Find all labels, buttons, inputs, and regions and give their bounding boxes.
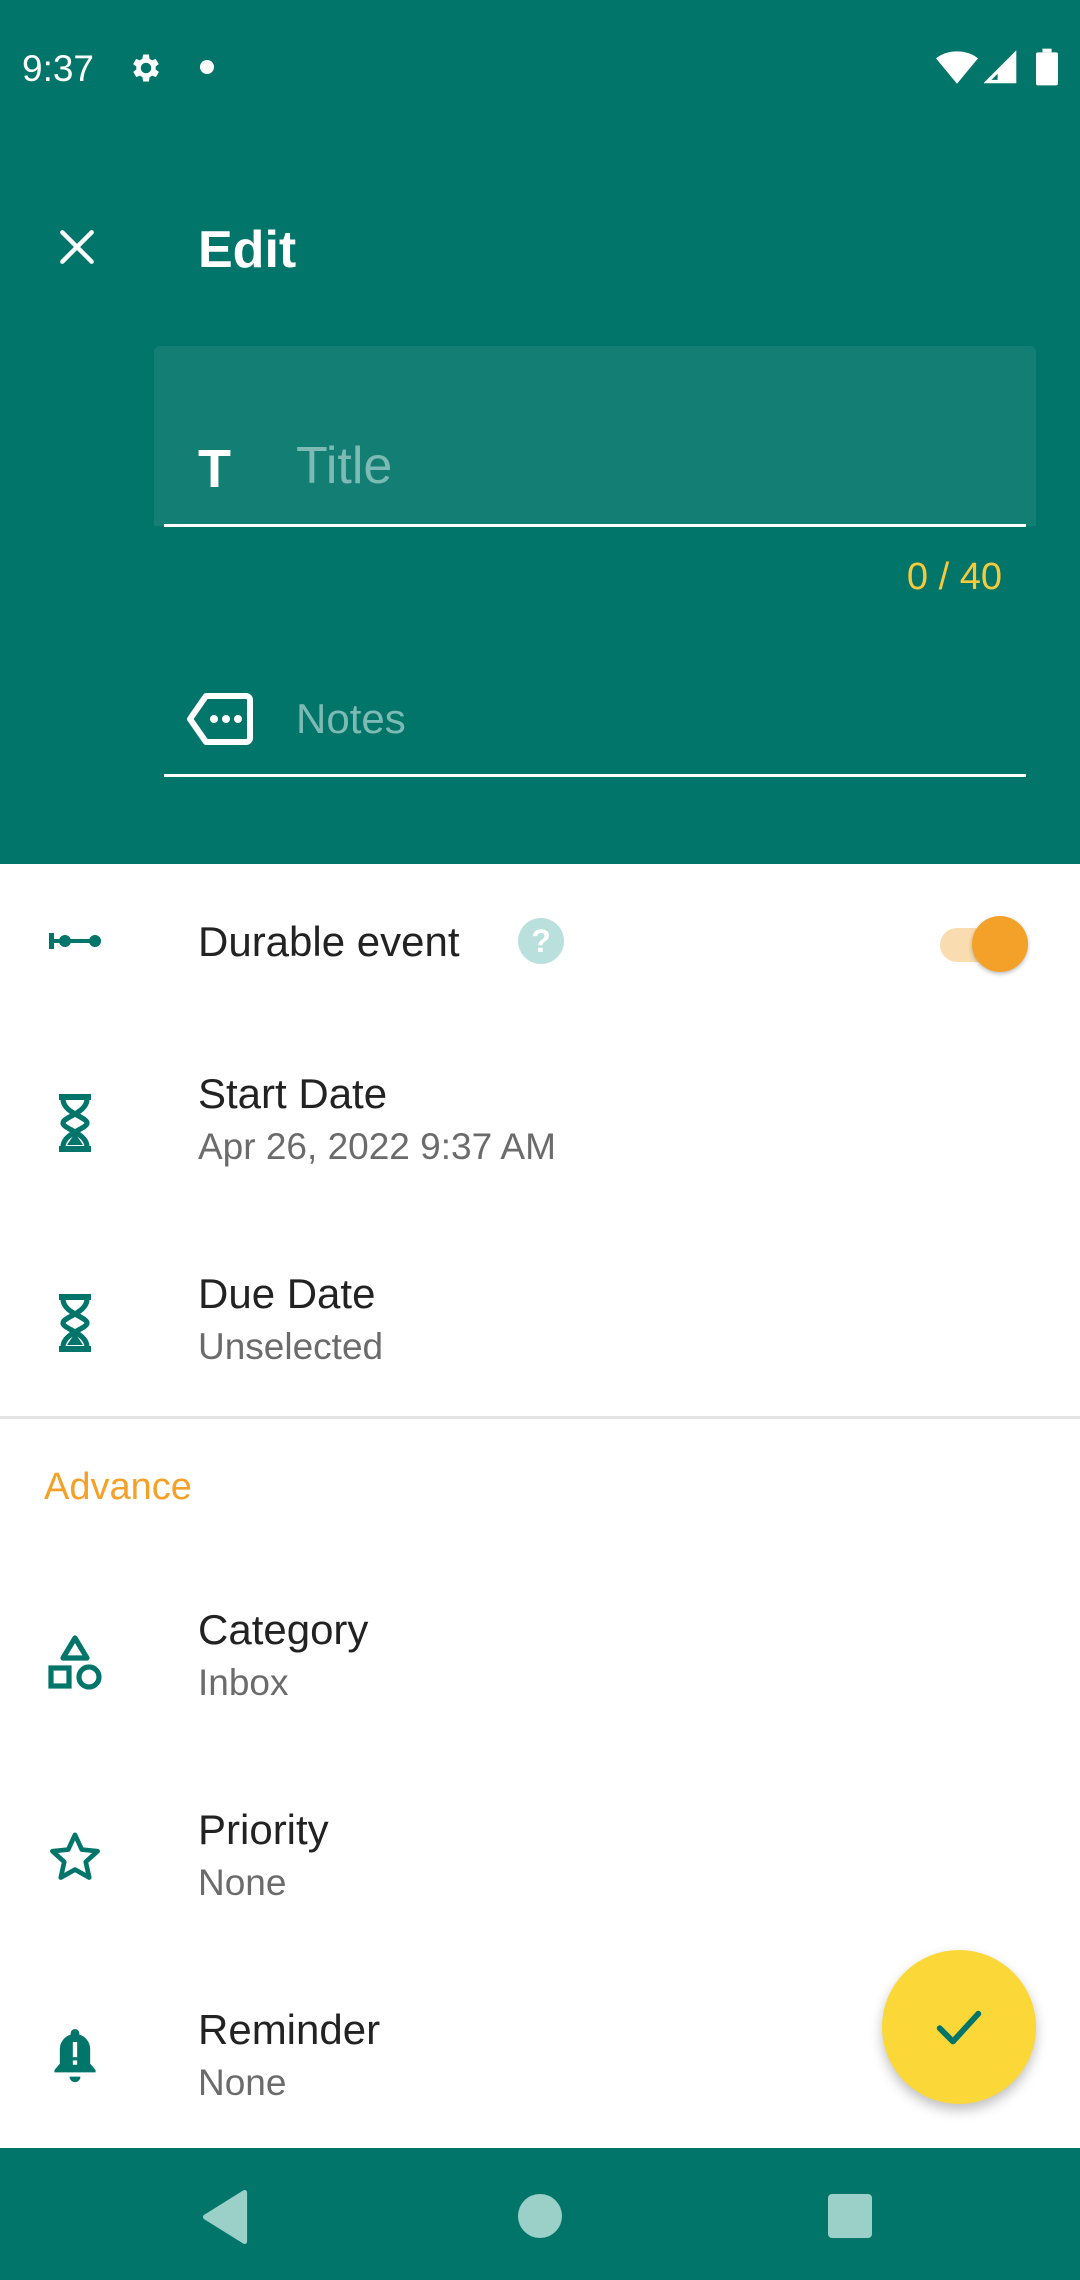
navigation-bar	[0, 2148, 1080, 2280]
title-input[interactable]	[296, 430, 996, 502]
category-value: Inbox	[198, 1662, 289, 1703]
gear-icon	[133, 54, 159, 82]
battery-icon	[1036, 48, 1058, 86]
page-title: Edit	[198, 221, 297, 279]
hourglass-icon	[40, 1088, 110, 1158]
notification-dot	[200, 60, 214, 74]
notes-input[interactable]	[296, 686, 996, 752]
recents-icon[interactable]	[828, 2194, 872, 2238]
due-date-value: Unselected	[198, 1326, 384, 1367]
close-icon	[60, 230, 94, 264]
durable-event-label: Durable event	[198, 918, 460, 965]
priority-value: None	[198, 1862, 287, 1903]
category-label: Category	[198, 1606, 369, 1653]
status-time: 9:37	[22, 48, 95, 89]
start-date-value: Apr 26, 2022 9:37 AM	[198, 1126, 556, 1167]
save-fab[interactable]	[882, 1950, 1036, 2104]
status-bar: 9:37	[0, 0, 1080, 134]
wifi-icon	[936, 51, 978, 84]
header: 9:37 Edit T 0 /	[0, 0, 1080, 864]
durable-event-icon	[40, 906, 110, 976]
toggle-thumb	[972, 916, 1028, 972]
reminder-label: Reminder	[198, 2006, 381, 2053]
title-char-count: 0 / 40	[906, 556, 1002, 598]
notes-underline	[164, 774, 1026, 777]
star-icon	[40, 1822, 110, 1892]
category-row[interactable]: Category Inbox	[0, 1582, 1080, 1772]
advance-section-header: Advance	[44, 1466, 192, 1508]
check-icon	[936, 2010, 982, 2045]
priority-row[interactable]: Priority None	[0, 1782, 1080, 1972]
start-date-label: Start Date	[198, 1070, 388, 1117]
durable-event-toggle[interactable]	[938, 916, 1030, 972]
notes-tag-icon	[187, 693, 253, 745]
reminder-value: None	[198, 2062, 287, 2103]
screen: 9:37 Edit T 0 /	[0, 0, 1080, 2280]
home-icon[interactable]	[518, 2194, 562, 2238]
due-date-row[interactable]: Due Date Unselected	[0, 1240, 1080, 1416]
start-date-row[interactable]: Start Date Apr 26, 2022 9:37 AM	[0, 1040, 1080, 1230]
title-icon: T	[198, 439, 231, 499]
hourglass-icon	[40, 1288, 110, 1358]
bell-alert-icon	[40, 2020, 110, 2090]
close-button[interactable]	[44, 214, 110, 280]
shapes-icon	[40, 1628, 110, 1698]
help-icon[interactable]: ?	[518, 918, 564, 964]
divider	[0, 1416, 1080, 1419]
title-underline	[164, 524, 1026, 527]
priority-label: Priority	[198, 1806, 329, 1853]
back-icon[interactable]	[200, 2190, 250, 2244]
signal-icon	[984, 50, 1017, 84]
due-date-label: Due Date	[198, 1270, 376, 1317]
